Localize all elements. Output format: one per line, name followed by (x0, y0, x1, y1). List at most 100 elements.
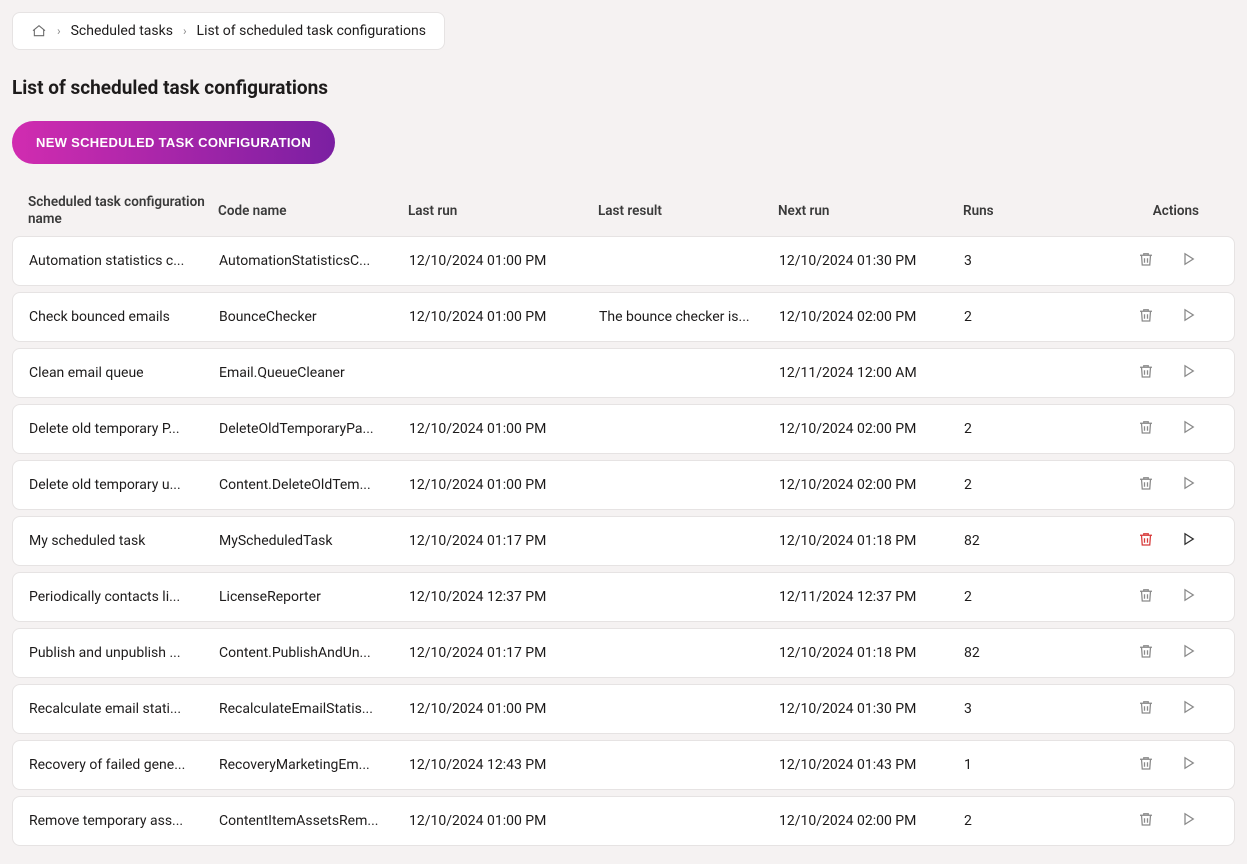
cell-code: Content.DeleteOldTem... (219, 477, 409, 493)
cell-name: Check bounced emails (29, 309, 219, 325)
run-button[interactable] (1178, 307, 1198, 327)
cell-actions (1074, 811, 1218, 831)
run-button[interactable] (1178, 755, 1198, 775)
delete-button[interactable] (1136, 587, 1156, 607)
cell-code: ContentItemAssetsRem... (219, 813, 409, 829)
delete-button[interactable] (1136, 307, 1156, 327)
run-button[interactable] (1178, 699, 1198, 719)
play-icon (1179, 362, 1197, 383)
cell-runs: 2 (964, 477, 1074, 493)
cell-runs: 3 (964, 701, 1074, 717)
cell-last-run: 12/10/2024 01:00 PM (409, 253, 599, 269)
cell-next-run: 12/10/2024 01:18 PM (779, 645, 964, 661)
cell-next-run: 12/10/2024 01:43 PM (779, 757, 964, 773)
cell-name: My scheduled task (29, 533, 219, 549)
cell-code: LicenseReporter (219, 589, 409, 605)
cell-actions (1074, 419, 1218, 439)
cell-actions (1074, 251, 1218, 271)
cell-next-run: 12/11/2024 12:00 AM (779, 365, 964, 381)
cell-actions (1074, 699, 1218, 719)
cell-name: Remove temporary ass... (29, 813, 219, 829)
cell-name: Delete old temporary u... (29, 477, 219, 493)
trash-icon (1137, 474, 1155, 495)
table-row[interactable]: Clean email queueEmail.QueueCleaner 12/11… (12, 348, 1235, 398)
cell-next-run: 12/10/2024 02:00 PM (779, 813, 964, 829)
table-row[interactable]: Check bounced emailsBounceChecker12/10/2… (12, 292, 1235, 342)
play-icon (1179, 530, 1197, 551)
table-row[interactable]: Remove temporary ass...ContentItemAssets… (12, 796, 1235, 846)
run-button[interactable] (1178, 363, 1198, 383)
cell-last-run: 12/10/2024 01:17 PM (409, 533, 599, 549)
run-button[interactable] (1178, 475, 1198, 495)
table-row[interactable]: Recovery of failed gene...RecoveryMarket… (12, 740, 1235, 790)
col-header-last-run[interactable]: Last run (408, 203, 598, 219)
delete-button[interactable] (1136, 363, 1156, 383)
cell-next-run: 12/10/2024 01:18 PM (779, 533, 964, 549)
delete-button[interactable] (1136, 251, 1156, 271)
cell-code: BounceChecker (219, 309, 409, 325)
new-scheduled-task-button[interactable]: NEW SCHEDULED TASK CONFIGURATION (12, 121, 335, 164)
delete-button[interactable] (1136, 531, 1156, 551)
cell-code: RecalculateEmailStatis... (219, 701, 409, 717)
cell-actions (1074, 307, 1218, 327)
table-row[interactable]: Delete old temporary u...Content.DeleteO… (12, 460, 1235, 510)
trash-icon (1137, 754, 1155, 775)
table-row[interactable]: Recalculate email stati...RecalculateEma… (12, 684, 1235, 734)
col-header-code[interactable]: Code name (218, 203, 408, 219)
breadcrumb-scheduled-tasks[interactable]: Scheduled tasks (71, 23, 173, 39)
table-row[interactable]: Publish and unpublish ...Content.Publish… (12, 628, 1235, 678)
col-header-last-result[interactable]: Last result (598, 203, 778, 219)
trash-icon (1137, 642, 1155, 663)
run-button[interactable] (1178, 811, 1198, 831)
cell-actions (1074, 363, 1218, 383)
run-button[interactable] (1178, 531, 1198, 551)
breadcrumb: › Scheduled tasks › List of scheduled ta… (12, 12, 445, 50)
cell-runs: 82 (964, 533, 1074, 549)
trash-icon (1137, 530, 1155, 551)
cell-name: Periodically contacts li... (29, 589, 219, 605)
play-icon (1179, 250, 1197, 271)
delete-button[interactable] (1136, 419, 1156, 439)
col-header-next-run[interactable]: Next run (778, 203, 963, 219)
play-icon (1179, 642, 1197, 663)
play-icon (1179, 754, 1197, 775)
delete-button[interactable] (1136, 699, 1156, 719)
cell-next-run: 12/10/2024 02:00 PM (779, 421, 964, 437)
delete-button[interactable] (1136, 755, 1156, 775)
run-button[interactable] (1178, 587, 1198, 607)
cell-runs: 2 (964, 589, 1074, 605)
delete-button[interactable] (1136, 643, 1156, 663)
table-row[interactable]: Periodically contacts li...LicenseReport… (12, 572, 1235, 622)
trash-icon (1137, 418, 1155, 439)
cell-actions (1074, 755, 1218, 775)
cell-runs: 3 (964, 253, 1074, 269)
delete-button[interactable] (1136, 811, 1156, 831)
play-icon (1179, 306, 1197, 327)
cell-next-run: 12/10/2024 02:00 PM (779, 477, 964, 493)
cell-code: AutomationStatisticsC... (219, 253, 409, 269)
home-icon[interactable] (31, 23, 47, 39)
trash-icon (1137, 698, 1155, 719)
cell-code: Email.QueueCleaner (219, 365, 409, 381)
cell-name: Clean email queue (29, 365, 219, 381)
run-button[interactable] (1178, 419, 1198, 439)
table-row[interactable]: Automation statistics c...AutomationStat… (12, 236, 1235, 286)
cell-last-run: 12/10/2024 01:17 PM (409, 645, 599, 661)
col-header-name[interactable]: Scheduled task configuration name (28, 194, 218, 228)
play-icon (1179, 810, 1197, 831)
run-button[interactable] (1178, 643, 1198, 663)
breadcrumb-current: List of scheduled task configurations (197, 23, 426, 39)
table-row[interactable]: My scheduled taskMyScheduledTask12/10/20… (12, 516, 1235, 566)
table-row[interactable]: Delete old temporary P...DeleteOldTempor… (12, 404, 1235, 454)
trash-icon (1137, 586, 1155, 607)
col-header-runs[interactable]: Runs (963, 203, 1073, 219)
cell-last-run: 12/10/2024 01:00 PM (409, 309, 599, 325)
play-icon (1179, 474, 1197, 495)
play-icon (1179, 418, 1197, 439)
cell-last-run: 12/10/2024 12:37 PM (409, 589, 599, 605)
cell-actions (1074, 531, 1218, 551)
run-button[interactable] (1178, 251, 1198, 271)
delete-button[interactable] (1136, 475, 1156, 495)
trash-icon (1137, 362, 1155, 383)
play-icon (1179, 698, 1197, 719)
